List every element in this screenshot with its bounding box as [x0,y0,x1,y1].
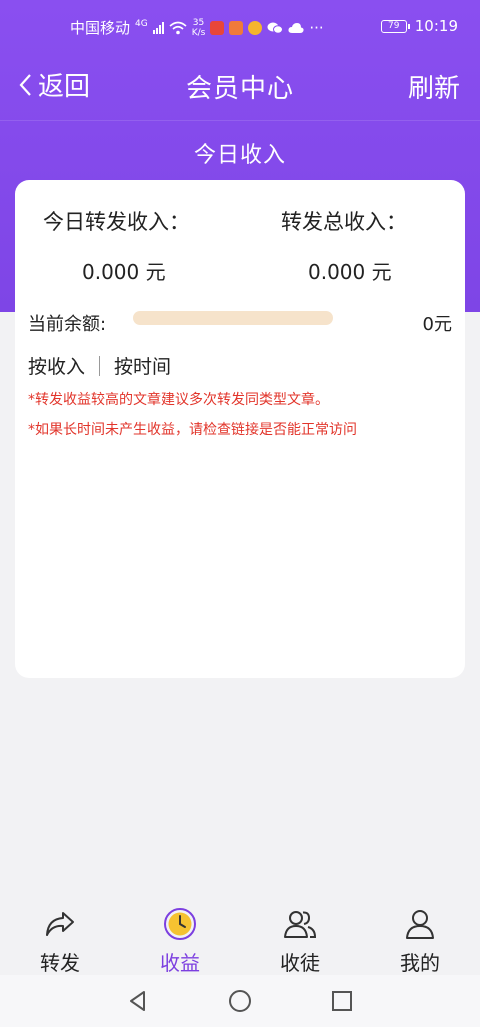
network-speed: 35 K/s [192,18,206,38]
users-icon [284,911,317,938]
nav-item-earnings[interactable]: 收益 [120,895,240,975]
refresh-button[interactable]: 刷新 [408,68,460,105]
status-left: 中国移动 4G 35 K/s ··· [70,17,324,38]
speed-unit: K/s [191,27,206,38]
network-type: 4G [135,18,148,29]
nav-label-share: 转发 [40,951,80,975]
sort-tabs: 按收入 按时间 [28,352,171,379]
carrier-name: 中国移动 [70,19,131,37]
app-header: 返回 会员中心 刷新 [0,56,480,116]
share-icon [46,912,74,936]
cloud-icon [288,22,304,33]
bottom-nav: 转发 收益 收徒 我的 [0,895,480,975]
speed-value: 35 [192,17,205,28]
nav-item-profile[interactable]: 我的 [360,895,480,975]
home-circle-icon[interactable] [227,988,253,1014]
tab-divider [99,355,101,376]
wechat-icon [267,22,284,34]
signal-icon [152,21,164,34]
total-income-label: 转发总收入： [281,210,407,234]
clock-icon [164,908,196,940]
tab-by-income[interactable]: 按收入 [28,352,85,379]
wifi-icon [169,21,187,34]
recents-square-icon[interactable] [329,988,355,1014]
nav-label-recruit: 收徒 [280,951,320,975]
nav-label-earnings: 收益 [160,951,200,975]
app-notification-icon [229,20,244,35]
tab-by-time[interactable]: 按时间 [114,352,171,379]
nav-label-profile: 我的 [400,951,440,975]
app-notification-icon [248,20,263,35]
status-bar: 中国移动 4G 35 K/s ··· 79 10:19 [0,0,480,56]
total-income-value: 0.000 元 [308,260,392,284]
status-right: 79 10:19 [380,17,458,35]
user-icon [406,910,434,939]
battery-icon: 79 [380,19,410,33]
today-income-label: 今日转发收入： [43,210,190,234]
balance-value: 0元 [422,314,452,335]
income-card: 今日转发收入： 转发总收入： 0.000 元 0.000 元 当前余额: 0元 … [15,180,465,678]
nav-item-share[interactable]: 转发 [0,895,120,975]
more-icon: ··· [309,18,324,37]
balance-label: 当前余额: [28,314,107,335]
system-nav-bar [0,975,480,1027]
tip-note-repost: *转发收益较高的文章建议多次转发同类型文章。 [28,392,329,408]
tip-note-link-check: *如果长时间未产生收益，请检查链接是否能正常访问 [28,422,357,438]
clock-time: 10:19 [414,17,458,35]
section-title: 今日收入 [193,143,286,168]
today-income-value: 0.000 元 [82,260,166,284]
battery-level: 79 [388,20,400,31]
header-divider [0,120,480,121]
nav-item-recruit[interactable]: 收徒 [240,895,360,975]
app-notification-icon [210,20,225,35]
back-triangle-icon[interactable] [125,988,151,1014]
balance-progress-bar [133,311,333,325]
